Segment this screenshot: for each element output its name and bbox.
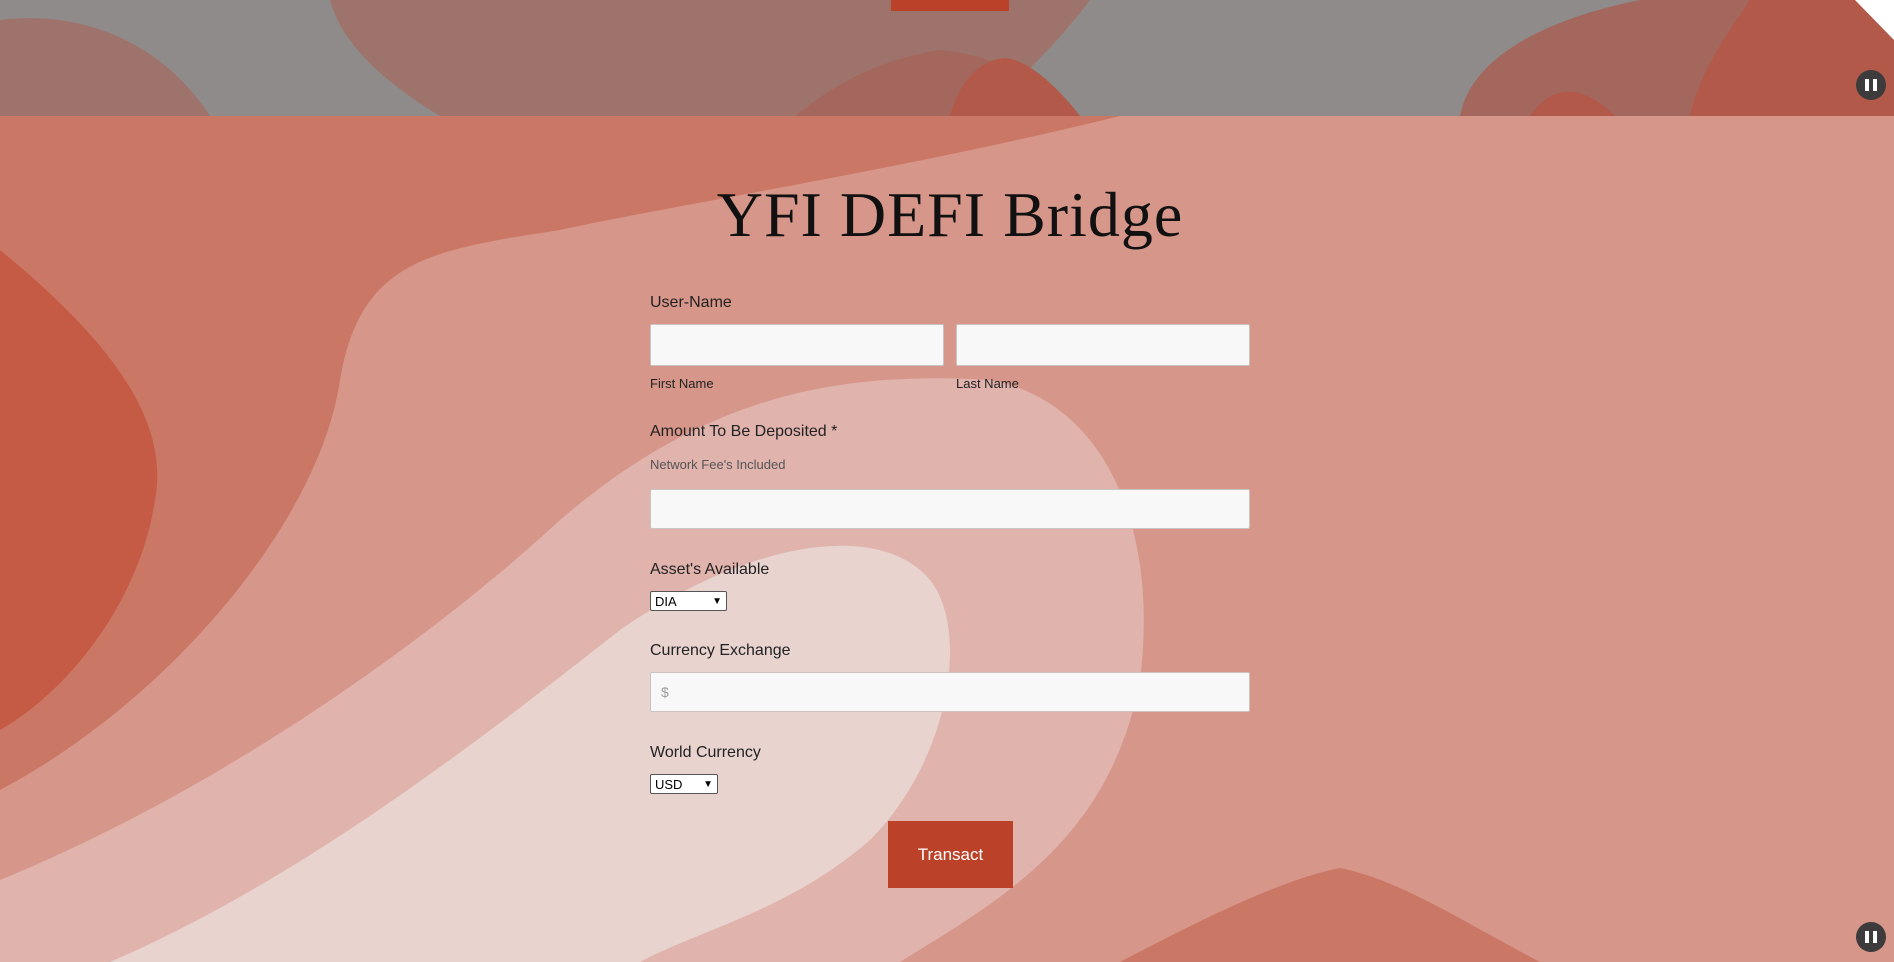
transact-button[interactable]: Transact: [888, 821, 1013, 888]
amount-label: Amount To Be Deposited *: [650, 423, 838, 440]
page-title: YFI DEFI Bridge: [716, 179, 1184, 250]
amount-hint: Network Fee's Included: [650, 457, 786, 472]
asset-select-value: DIA: [655, 593, 677, 609]
currency-exchange-label: Currency Exchange: [650, 642, 791, 659]
last-name-sublabel: Last Name: [956, 376, 1019, 391]
pause-bar: [1865, 931, 1869, 943]
world-currency-label: World Currency: [650, 744, 761, 761]
username-label: User-Name: [650, 294, 732, 311]
amount-input[interactable]: [650, 489, 1250, 529]
first-name-input[interactable]: [650, 324, 944, 366]
pause-bar: [1873, 931, 1877, 943]
chevron-down-icon: ▼: [703, 778, 713, 790]
first-name-sublabel: First Name: [650, 376, 714, 391]
asset-select[interactable]: DIA ▼: [650, 591, 727, 611]
pause-bar: [1873, 79, 1877, 91]
world-currency-value: USD: [655, 776, 683, 792]
pause-bar: [1865, 79, 1869, 91]
pause-icon[interactable]: [1856, 70, 1886, 100]
pause-icon[interactable]: [1856, 922, 1886, 952]
assets-label: Asset's Available: [650, 561, 770, 578]
last-name-input[interactable]: [956, 324, 1250, 366]
chevron-down-icon: ▼: [712, 595, 722, 607]
world-currency-select[interactable]: USD ▼: [650, 774, 718, 794]
top-accent-tab: [891, 0, 1009, 11]
background-art: [0, 0, 1894, 962]
currency-exchange-input[interactable]: [650, 672, 1250, 712]
